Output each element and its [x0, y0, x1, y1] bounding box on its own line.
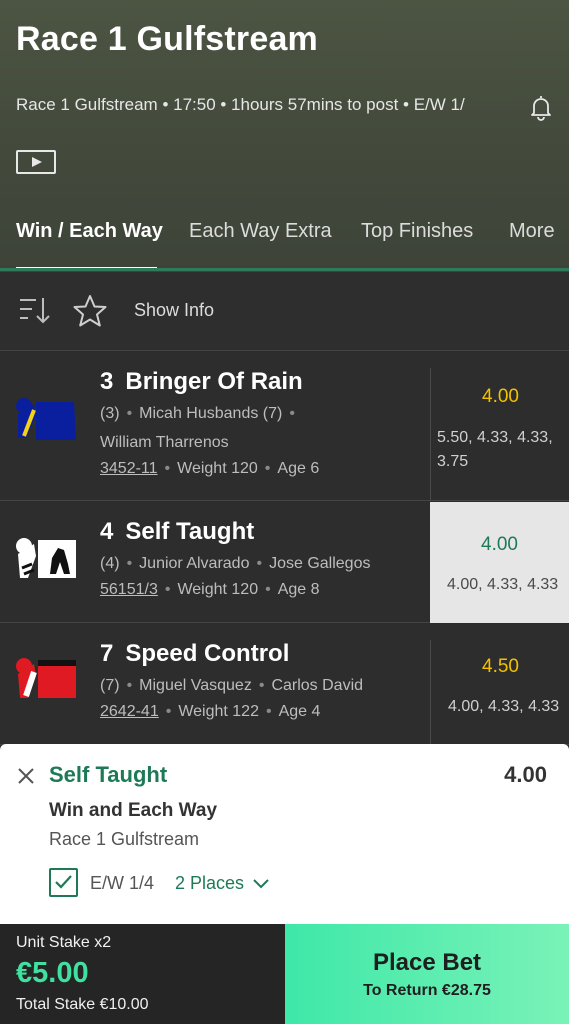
runner-name[interactable]: 7 Speed Control [100, 640, 289, 668]
odds-price: 4.00 [481, 534, 518, 555]
jockey-name: Micah Husbands (7) [139, 405, 283, 422]
runner-form-line: 2642-41 • Weight 122 • Age 4 [100, 703, 321, 720]
race-info: Race 1 Gulfstream • 17:50 • 1hours 57min… [16, 95, 465, 114]
runner-name-text: Speed Control [125, 640, 290, 667]
tab-each-way-extra[interactable]: Each Way Extra [189, 220, 332, 243]
odds-button[interactable]: 4.00 5.50, 4.33, 4.33, 3.75 [430, 368, 569, 501]
form-link[interactable]: 3452-11 [100, 460, 158, 477]
jockey-name: Miguel Vasquez [139, 677, 252, 694]
age: Age 8 [277, 581, 320, 598]
runner-number: 4 [100, 518, 114, 545]
slip-event: Race 1 Gulfstream [49, 829, 200, 849]
runner-row[interactable]: 7 Speed Control (7) • Miguel Vasquez • Carlos… [0, 624, 569, 745]
draw-number: (3) [100, 405, 120, 422]
runner-row[interactable]: 4 Self Taught (4) • Junior Alvarado • Jose Ga… [0, 502, 569, 623]
weight: Weight 120 [177, 581, 259, 598]
video-icon[interactable] [16, 150, 56, 174]
place-bet-label: Place Bet [372, 949, 482, 976]
runner-name[interactable]: 3 Bringer Of Rain [100, 368, 303, 396]
to-return: To Return €28.75 [363, 982, 491, 999]
unit-stake-label: Unit Stake x2 [16, 934, 112, 951]
odds-history: 5.50, 4.33, 4.33, 3.75 [437, 429, 553, 470]
chevron-down-icon[interactable] [252, 878, 270, 890]
stake-amount[interactable]: €5.00 [16, 957, 89, 990]
jockey-silks-icon [16, 398, 76, 440]
race-header: Race 1 Gulfstream Race 1 Gulfstream • 17… [0, 0, 569, 272]
runner-name-text: Self Taught [125, 518, 255, 545]
odds-history: 4.00, 4.33, 4.33 [447, 576, 559, 593]
age: Age 6 [277, 460, 320, 477]
each-way-terms: E/W 1/4 [90, 873, 155, 893]
show-info-toggle[interactable]: Show Info [134, 300, 214, 321]
weight: Weight 122 [178, 703, 259, 720]
tab-win-each-way[interactable]: Win / Each Way [16, 220, 163, 243]
bell-icon[interactable] [527, 93, 555, 121]
places-dropdown[interactable]: 2 Places [175, 873, 244, 894]
odds-history: 4.00, 4.33, 4.33 [448, 698, 560, 715]
tab-divider [0, 268, 569, 271]
bet-slip: Self Taught 4.00 Win and Each Way Race 1… [0, 744, 569, 924]
total-stake: Total Stake €10.00 [16, 996, 149, 1013]
trainer-name: Carlos David [271, 677, 364, 694]
age: Age 4 [278, 703, 321, 720]
form-link[interactable]: 2642-41 [100, 703, 159, 720]
form-link[interactable]: 56151/3 [100, 581, 158, 598]
draw-number: (4) [100, 555, 120, 572]
weight: Weight 120 [177, 460, 258, 477]
runner-trainer-line: William Tharrenos [100, 434, 229, 452]
page-title: Race 1 Gulfstream [16, 20, 318, 58]
market-tabs: Win / Each Way Each Way Extra Top Finish… [0, 216, 569, 272]
jockey-silks-icon [16, 658, 76, 698]
odds-price: 4.00 [482, 386, 519, 407]
tab-top-finishes[interactable]: Top Finishes [361, 220, 473, 243]
runner-jockey-line: (4) • Junior Alvarado • Jose Gallegos [100, 555, 371, 572]
runner-name-text: Bringer Of Rain [125, 368, 303, 395]
slip-market: Win and Each Way [49, 800, 218, 821]
trainer-name: William Tharrenos [100, 434, 229, 451]
odds-button[interactable]: 4.50 4.00, 4.33, 4.33 [430, 640, 569, 744]
stake-panel[interactable]: Unit Stake x2 €5.00 Total Stake €10.00 [0, 924, 285, 1024]
odds-button-selected[interactable]: 4.00 4.00, 4.33, 4.33 [430, 502, 569, 623]
jockey-silks-icon [16, 538, 76, 578]
star-icon[interactable] [72, 294, 108, 328]
runner-number: 7 [100, 640, 114, 667]
runner-form-line: 56151/3 • Weight 120 • Age 8 [100, 581, 320, 598]
each-way-checkbox[interactable] [49, 868, 78, 897]
runner-row[interactable]: 3 Bringer Of Rain (3) • Micah Husbands (7) •… [0, 352, 569, 501]
runner-toolbar: Show Info [0, 272, 569, 351]
runner-name[interactable]: 4 Self Taught [100, 518, 254, 546]
draw-number: (7) [100, 677, 120, 694]
place-bet-button[interactable]: Place Bet To Return €28.75 [285, 924, 569, 1024]
sort-icon[interactable] [18, 294, 52, 326]
runner-jockey-line: (3) • Micah Husbands (7) • [100, 405, 295, 422]
tab-more[interactable]: More [509, 220, 555, 243]
odds-price: 4.50 [482, 656, 519, 677]
jockey-name: Junior Alvarado [139, 555, 250, 572]
runner-form-line: 3452-11 • Weight 120 • Age 6 [100, 460, 320, 477]
runner-number: 3 [100, 368, 114, 395]
trainer-name: Jose Gallegos [269, 555, 371, 572]
close-icon[interactable] [16, 766, 36, 786]
slip-odds: 4.00 [504, 762, 547, 787]
slip-selection: Self Taught [49, 762, 168, 787]
runner-jockey-line: (7) • Miguel Vasquez • Carlos David [100, 677, 364, 694]
